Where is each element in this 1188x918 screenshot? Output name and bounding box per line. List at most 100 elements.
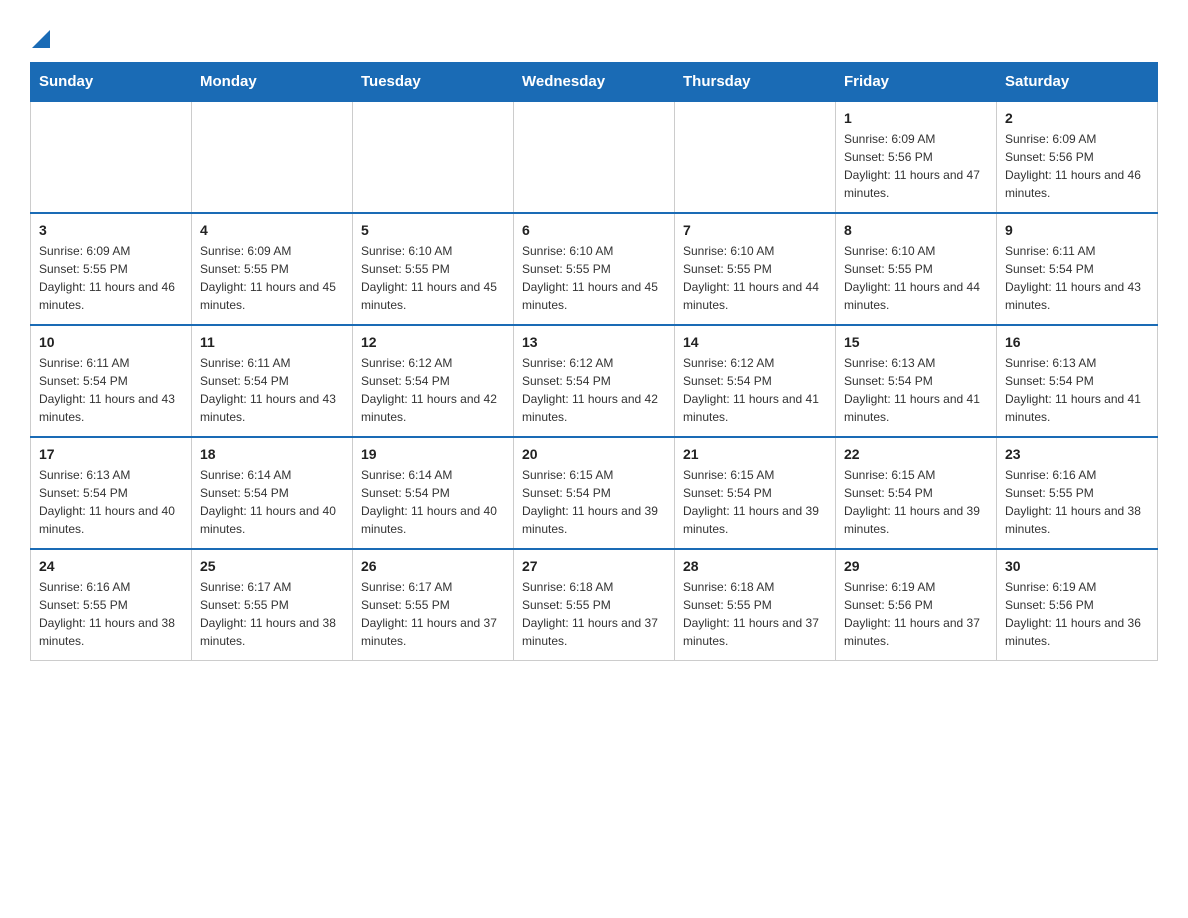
day-info: Sunrise: 6:15 AM Sunset: 5:54 PM Dayligh… — [683, 466, 827, 538]
calendar-cell — [675, 101, 836, 213]
day-number: 23 — [1005, 446, 1149, 462]
day-number: 14 — [683, 334, 827, 350]
calendar-cell: 4 Sunrise: 6:09 AM Sunset: 5:55 PM Daylig… — [192, 213, 353, 325]
calendar-week-row: 24 Sunrise: 6:16 AM Sunset: 5:55 PM Dayli… — [31, 549, 1158, 661]
calendar-cell: 12 Sunrise: 6:12 AM Sunset: 5:54 PM Dayli… — [353, 325, 514, 437]
day-info: Sunrise: 6:10 AM Sunset: 5:55 PM Dayligh… — [844, 242, 988, 314]
calendar-cell — [31, 101, 192, 213]
logo — [30, 20, 50, 48]
day-number: 4 — [200, 222, 344, 238]
day-info: Sunrise: 6:19 AM Sunset: 5:56 PM Dayligh… — [844, 578, 988, 650]
day-info: Sunrise: 6:11 AM Sunset: 5:54 PM Dayligh… — [200, 354, 344, 426]
day-info: Sunrise: 6:11 AM Sunset: 5:54 PM Dayligh… — [39, 354, 183, 426]
day-number: 17 — [39, 446, 183, 462]
weekday-header: Monday — [192, 63, 353, 102]
calendar-cell: 18 Sunrise: 6:14 AM Sunset: 5:54 PM Dayli… — [192, 437, 353, 549]
calendar-cell: 5 Sunrise: 6:10 AM Sunset: 5:55 PM Daylig… — [353, 213, 514, 325]
day-info: Sunrise: 6:16 AM Sunset: 5:55 PM Dayligh… — [1005, 466, 1149, 538]
day-info: Sunrise: 6:19 AM Sunset: 5:56 PM Dayligh… — [1005, 578, 1149, 650]
day-info: Sunrise: 6:09 AM Sunset: 5:56 PM Dayligh… — [844, 130, 988, 202]
day-info: Sunrise: 6:12 AM Sunset: 5:54 PM Dayligh… — [683, 354, 827, 426]
day-number: 18 — [200, 446, 344, 462]
day-number: 24 — [39, 558, 183, 574]
calendar-cell: 22 Sunrise: 6:15 AM Sunset: 5:54 PM Dayli… — [836, 437, 997, 549]
day-info: Sunrise: 6:10 AM Sunset: 5:55 PM Dayligh… — [361, 242, 505, 314]
calendar-cell — [514, 101, 675, 213]
day-number: 6 — [522, 222, 666, 238]
day-info: Sunrise: 6:12 AM Sunset: 5:54 PM Dayligh… — [522, 354, 666, 426]
day-info: Sunrise: 6:11 AM Sunset: 5:54 PM Dayligh… — [1005, 242, 1149, 314]
day-info: Sunrise: 6:15 AM Sunset: 5:54 PM Dayligh… — [844, 466, 988, 538]
calendar-cell: 10 Sunrise: 6:11 AM Sunset: 5:54 PM Dayli… — [31, 325, 192, 437]
day-info: Sunrise: 6:10 AM Sunset: 5:55 PM Dayligh… — [522, 242, 666, 314]
calendar-cell: 16Sunrise: 6:13 AM Sunset: 5:54 PM Dayli… — [997, 325, 1158, 437]
calendar-cell: 23 Sunrise: 6:16 AM Sunset: 5:55 PM Dayli… — [997, 437, 1158, 549]
calendar-cell: 11 Sunrise: 6:11 AM Sunset: 5:54 PM Dayli… — [192, 325, 353, 437]
calendar-week-row: 3 Sunrise: 6:09 AM Sunset: 5:55 PM Daylig… — [31, 213, 1158, 325]
calendar-week-row: 10 Sunrise: 6:11 AM Sunset: 5:54 PM Dayli… — [31, 325, 1158, 437]
day-info: Sunrise: 6:14 AM Sunset: 5:54 PM Dayligh… — [200, 466, 344, 538]
day-info: Sunrise: 6:09 AM Sunset: 5:55 PM Dayligh… — [200, 242, 344, 314]
calendar-cell: 17 Sunrise: 6:13 AM Sunset: 5:54 PM Dayli… — [31, 437, 192, 549]
day-info: Sunrise: 6:18 AM Sunset: 5:55 PM Dayligh… — [683, 578, 827, 650]
weekday-header: Tuesday — [353, 63, 514, 102]
day-info: Sunrise: 6:09 AM Sunset: 5:56 PM Dayligh… — [1005, 130, 1149, 202]
calendar-cell: 14 Sunrise: 6:12 AM Sunset: 5:54 PM Dayli… — [675, 325, 836, 437]
calendar-header-row: SundayMondayTuesdayWednesdayThursdayFrid… — [31, 63, 1158, 102]
page-header — [30, 20, 1158, 48]
day-number: 10 — [39, 334, 183, 350]
day-number: 15 — [844, 334, 988, 350]
day-info: Sunrise: 6:12 AM Sunset: 5:54 PM Dayligh… — [361, 354, 505, 426]
calendar-cell: 28 Sunrise: 6:18 AM Sunset: 5:55 PM Dayli… — [675, 549, 836, 661]
day-number: 7 — [683, 222, 827, 238]
calendar-cell: 13Sunrise: 6:12 AM Sunset: 5:54 PM Dayli… — [514, 325, 675, 437]
calendar-cell: 15 Sunrise: 6:13 AM Sunset: 5:54 PM Dayli… — [836, 325, 997, 437]
calendar-cell — [353, 101, 514, 213]
day-number: 26 — [361, 558, 505, 574]
weekday-header: Friday — [836, 63, 997, 102]
calendar-cell: 8Sunrise: 6:10 AM Sunset: 5:55 PM Daylig… — [836, 213, 997, 325]
day-info: Sunrise: 6:13 AM Sunset: 5:54 PM Dayligh… — [39, 466, 183, 538]
logo-triangle-icon — [32, 30, 50, 48]
day-info: Sunrise: 6:13 AM Sunset: 5:54 PM Dayligh… — [1005, 354, 1149, 426]
calendar-cell: 7 Sunrise: 6:10 AM Sunset: 5:55 PM Daylig… — [675, 213, 836, 325]
day-number: 1 — [844, 110, 988, 126]
calendar-week-row: 17 Sunrise: 6:13 AM Sunset: 5:54 PM Dayli… — [31, 437, 1158, 549]
day-info: Sunrise: 6:14 AM Sunset: 5:54 PM Dayligh… — [361, 466, 505, 538]
day-number: 20 — [522, 446, 666, 462]
calendar-cell: 30Sunrise: 6:19 AM Sunset: 5:56 PM Dayli… — [997, 549, 1158, 661]
day-info: Sunrise: 6:13 AM Sunset: 5:54 PM Dayligh… — [844, 354, 988, 426]
weekday-header: Sunday — [31, 63, 192, 102]
calendar-cell: 20 Sunrise: 6:15 AM Sunset: 5:54 PM Dayli… — [514, 437, 675, 549]
day-number: 19 — [361, 446, 505, 462]
day-number: 9 — [1005, 222, 1149, 238]
day-info: Sunrise: 6:17 AM Sunset: 5:55 PM Dayligh… — [361, 578, 505, 650]
day-number: 12 — [361, 334, 505, 350]
day-number: 25 — [200, 558, 344, 574]
day-number: 28 — [683, 558, 827, 574]
day-number: 27 — [522, 558, 666, 574]
calendar-cell — [192, 101, 353, 213]
day-info: Sunrise: 6:16 AM Sunset: 5:55 PM Dayligh… — [39, 578, 183, 650]
day-info: Sunrise: 6:09 AM Sunset: 5:55 PM Dayligh… — [39, 242, 183, 314]
calendar-week-row: 1 Sunrise: 6:09 AM Sunset: 5:56 PM Daylig… — [31, 101, 1158, 213]
day-number: 21 — [683, 446, 827, 462]
weekday-header: Saturday — [997, 63, 1158, 102]
day-number: 5 — [361, 222, 505, 238]
day-number: 22 — [844, 446, 988, 462]
calendar-cell: 9 Sunrise: 6:11 AM Sunset: 5:54 PM Daylig… — [997, 213, 1158, 325]
weekday-header: Wednesday — [514, 63, 675, 102]
day-info: Sunrise: 6:10 AM Sunset: 5:55 PM Dayligh… — [683, 242, 827, 314]
day-info: Sunrise: 6:18 AM Sunset: 5:55 PM Dayligh… — [522, 578, 666, 650]
day-info: Sunrise: 6:17 AM Sunset: 5:55 PM Dayligh… — [200, 578, 344, 650]
calendar-cell: 29Sunrise: 6:19 AM Sunset: 5:56 PM Dayli… — [836, 549, 997, 661]
calendar-cell: 2Sunrise: 6:09 AM Sunset: 5:56 PM Daylig… — [997, 101, 1158, 213]
calendar-cell: 25 Sunrise: 6:17 AM Sunset: 5:55 PM Dayli… — [192, 549, 353, 661]
day-number: 11 — [200, 334, 344, 350]
calendar-cell: 26 Sunrise: 6:17 AM Sunset: 5:55 PM Dayli… — [353, 549, 514, 661]
calendar-cell: 3 Sunrise: 6:09 AM Sunset: 5:55 PM Daylig… — [31, 213, 192, 325]
day-info: Sunrise: 6:15 AM Sunset: 5:54 PM Dayligh… — [522, 466, 666, 538]
day-number: 3 — [39, 222, 183, 238]
calendar-cell: 24 Sunrise: 6:16 AM Sunset: 5:55 PM Dayli… — [31, 549, 192, 661]
calendar-cell: 1 Sunrise: 6:09 AM Sunset: 5:56 PM Daylig… — [836, 101, 997, 213]
